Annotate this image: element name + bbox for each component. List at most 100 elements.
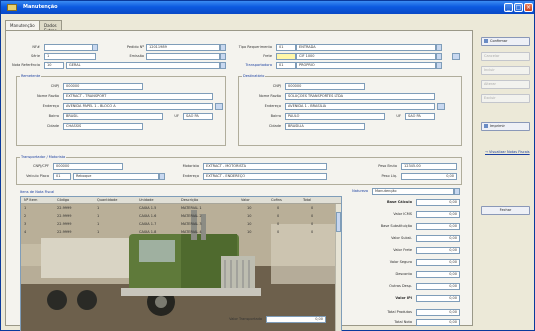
total-field[interactable]: 0,00 <box>416 271 460 278</box>
table-cell: CAIXA 1.6 <box>139 214 157 218</box>
nota-field[interactable]: 10 <box>44 62 64 69</box>
title-bar[interactable]: Manutenção _ □ × <box>1 1 534 14</box>
table-cell: CAIXA 1.5 <box>139 206 157 210</box>
total-field[interactable]: 0,00 <box>416 235 460 242</box>
table-cell: 1 <box>97 206 100 210</box>
natureza-dropdown-icon[interactable] <box>454 188 460 195</box>
add-button[interactable]: Incluir <box>481 66 530 75</box>
dest-endereco-label: Endereço <box>264 104 281 108</box>
close-button[interactable]: × <box>524 3 533 12</box>
rem-cidade-field[interactable]: CHASSIS <box>63 123 143 130</box>
delete-button[interactable]: Excluir <box>481 94 530 103</box>
total-field[interactable]: 0,00 <box>416 295 460 302</box>
rem-endereco-lookup-icon[interactable] <box>215 103 223 110</box>
col-header[interactable]: Cofins <box>271 197 282 204</box>
items-grid[interactable]: Nº Item Código Quantidade Unidade Descri… <box>20 196 342 331</box>
frete-field[interactable] <box>276 53 296 60</box>
serie-field[interactable]: 1 <box>44 53 96 60</box>
dest-cnpj-label: CNPJ <box>272 84 281 88</box>
transp-placa-name-field[interactable]: Reboque <box>73 173 159 180</box>
col-header[interactable]: Total <box>303 197 311 204</box>
cancel-button[interactable]: Cancelar <box>481 52 530 61</box>
confirm-button[interactable]: Confirmar <box>481 37 530 46</box>
transp-endereco-field[interactable]: EXTRACT - ENDEREÇO <box>203 173 327 180</box>
print-button[interactable]: Imprimir <box>481 122 530 131</box>
table-cell: 22.9999 <box>57 222 72 226</box>
transp-motorista-field[interactable]: EXTRACT - MOTORISTA <box>203 163 327 170</box>
dest-bairro-field[interactable]: PAULO <box>285 113 385 120</box>
total-field[interactable]: 0,00 <box>416 259 460 266</box>
app-icon <box>7 4 17 11</box>
edit-label: Alterar <box>484 82 496 86</box>
transp-field[interactable]: 01 <box>276 62 296 69</box>
close-action-button[interactable]: Fechar <box>481 206 530 215</box>
col-header[interactable]: Quantidade <box>97 197 117 204</box>
rem-uf-field[interactable]: SÃO PA <box>183 113 213 120</box>
dest-endereco-lookup-icon[interactable] <box>437 103 445 110</box>
dest-endereco-field[interactable]: AVENIDA 1 - BRASÍLIA <box>285 103 435 110</box>
total-field[interactable]: 0,00 <box>416 211 460 218</box>
total-field[interactable]: 0,00 <box>416 319 460 326</box>
transp-cnpj-field[interactable]: 000000 <box>53 163 123 170</box>
dest-nome-field[interactable]: SOLUÇÕES TRANSPORTES LTDA <box>285 93 435 100</box>
total-label: Valor ICMS <box>393 212 412 216</box>
dest-cidade-field[interactable]: BRASÍLIA <box>285 123 365 130</box>
side-panel: Confirmar Cancelar Incluir Alterar Exclu… <box>481 30 532 326</box>
tipo-name-field[interactable]: ENTRADA <box>296 44 436 51</box>
nota-name-field[interactable]: GERAL <box>66 62 220 69</box>
transp-endereco-label: Endereço <box>182 174 199 178</box>
tipo-dropdown-icon[interactable] <box>436 44 442 51</box>
frete-name-field[interactable]: CIF 1000 <box>296 53 436 60</box>
total-label: Valor Subst. <box>391 236 412 240</box>
dest-cnpj-field[interactable]: 000000 <box>285 83 365 90</box>
tipo-field[interactable]: 01 <box>276 44 296 51</box>
dest-cidade-label: Cidade <box>268 124 281 128</box>
table-cell: 10 <box>247 206 252 210</box>
transp-pesob-field[interactable]: 12345.00 <box>401 163 457 170</box>
table-row[interactable]: 2 22.9999 1 CAIXA 1.6 MATERIAL 2 10 0 0 <box>21 212 335 220</box>
rem-cnpj-field[interactable]: 000000 <box>63 83 143 90</box>
transportador-title: Transportador / Motorista <box>20 155 67 159</box>
transp-name-field[interactable]: PRÓPRIO <box>296 62 436 69</box>
transp-placa-field[interactable]: 01 <box>53 173 71 180</box>
natureza-field[interactable]: Manutenção <box>372 188 454 195</box>
col-header[interactable]: Nº Item <box>24 197 37 204</box>
frete-lookup-icon[interactable] <box>452 53 460 60</box>
frete-dropdown-icon[interactable] <box>436 53 442 60</box>
grid-scroll-thumb[interactable] <box>336 212 341 232</box>
rem-nome-field[interactable]: EXTRACT - TRANSPORT <box>63 93 213 100</box>
table-cell: 0 <box>277 214 280 218</box>
total-field[interactable]: 0,00 <box>416 223 460 230</box>
transp-dropdown-icon[interactable] <box>436 62 442 69</box>
col-header[interactable]: Unidade <box>139 197 154 204</box>
col-header[interactable]: Código <box>57 197 69 204</box>
total-field[interactable]: 0,00 <box>416 309 460 316</box>
total-field[interactable]: 0,00 <box>416 247 460 254</box>
col-header[interactable]: Descrição <box>181 197 198 204</box>
edit-button[interactable]: Alterar <box>481 80 530 89</box>
nf-field[interactable] <box>44 44 94 51</box>
table-row[interactable]: 4 22.9999 1 CAIXA 1.8 MATERIAL 4 10 0 0 <box>21 228 335 236</box>
table-cell: MATERIAL 2 <box>181 214 202 218</box>
minimize-button[interactable]: _ <box>504 3 513 12</box>
view-notes-label: Visualizar Notas Fiscais <box>489 150 530 154</box>
dest-nome-label: Nome Razão <box>258 94 281 98</box>
col-header[interactable]: Valor <box>241 197 250 204</box>
table-cell: 1 <box>24 206 27 210</box>
footer-obs-field[interactable]: 0,00 <box>266 316 326 323</box>
maximize-button[interactable]: □ <box>514 3 523 12</box>
table-row[interactable]: 1 22.9999 1 CAIXA 1.5 MATERIAL 1 10 0 0 <box>21 204 335 212</box>
table-cell: 3 <box>24 222 27 226</box>
grid-scrollbar[interactable] <box>335 204 341 331</box>
total-field[interactable]: 0,00 <box>416 199 460 206</box>
view-notes-link[interactable]: → Visualizar Notas Fiscais <box>485 150 531 154</box>
items-title: Itens de Nota Fiscal <box>20 190 55 194</box>
tab-dados-extras[interactable]: Dados Extras <box>39 20 62 33</box>
rem-endereco-field[interactable]: AVENIDA PAPEL 1 - BLOCO A <box>63 103 213 110</box>
rem-bairro-field[interactable]: BRASIL <box>63 113 163 120</box>
total-field[interactable]: 0,00 <box>416 283 460 290</box>
table-row[interactable]: 3 22.9999 1 CAIXA 1.7 MATERIAL 3 10 0 0 <box>21 220 335 228</box>
transp-pesol-field[interactable]: 0,00 <box>401 173 457 180</box>
dest-uf-field[interactable]: SÃO PA <box>405 113 435 120</box>
print-label: Imprimir <box>490 124 505 128</box>
